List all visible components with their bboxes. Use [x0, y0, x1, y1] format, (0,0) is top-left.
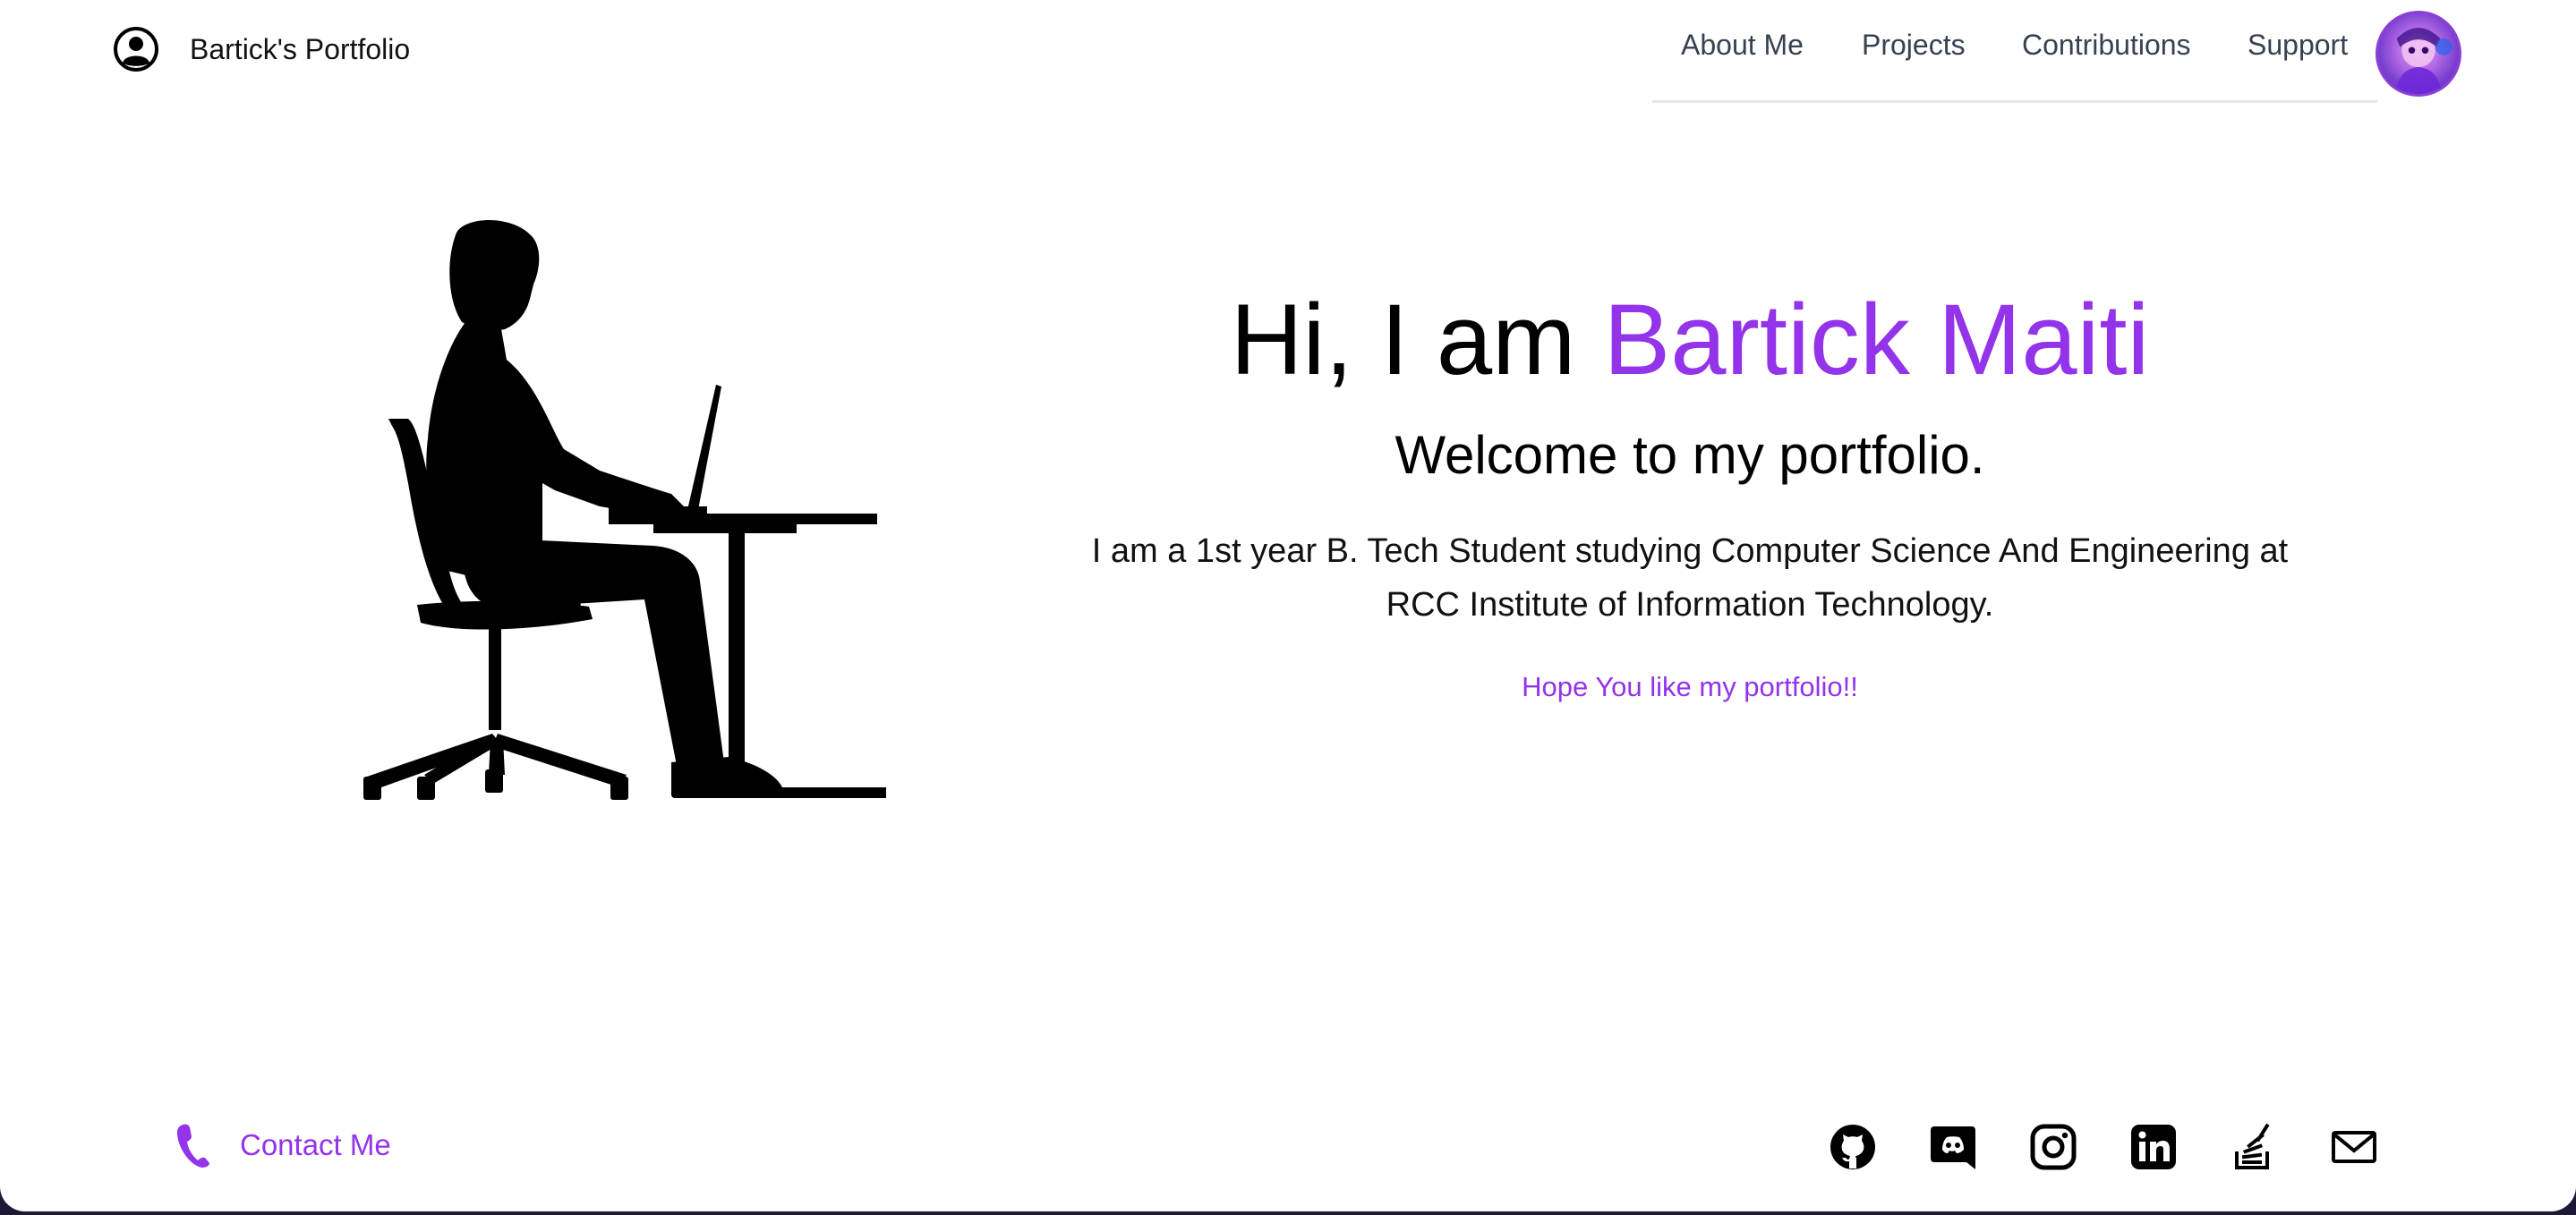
- linkedin-icon: [2131, 1125, 2176, 1169]
- stackoverflow-link[interactable]: [2227, 1120, 2281, 1174]
- github-icon: [1830, 1125, 1875, 1169]
- linkedin-link[interactable]: [2127, 1120, 2180, 1174]
- hero-illustration: [331, 215, 886, 814]
- discord-link[interactable]: [1926, 1120, 1980, 1174]
- nav-about-me[interactable]: About Me: [1681, 29, 1804, 62]
- contact-me-label[interactable]: Contact Me: [240, 1128, 391, 1162]
- nav-support[interactable]: Support: [2248, 29, 2348, 62]
- nav-contributions[interactable]: Contributions: [2022, 29, 2191, 62]
- instagram-icon: [2030, 1124, 2077, 1170]
- avatar-image: [2394, 27, 2452, 94]
- hero-text: Hi, I am Bartick Maiti Welcome to my por…: [1035, 277, 2345, 703]
- hero-subtitle: Welcome to my portfolio.: [1395, 425, 1985, 485]
- brand[interactable]: Bartick's Portfolio: [113, 27, 410, 72]
- hero-note: Hope You like my portfolio!!: [1522, 671, 1858, 702]
- avatar[interactable]: [2376, 11, 2461, 97]
- portfolio-page: Bartick's Portfolio About Me Projects Co…: [0, 0, 2576, 1211]
- instagram-link[interactable]: [2026, 1120, 2080, 1174]
- main-nav: About Me Projects Contributions Support: [1652, 25, 2377, 103]
- github-link[interactable]: [1826, 1120, 1880, 1174]
- brand-title[interactable]: Bartick's Portfolio: [190, 33, 410, 66]
- person-at-desk-silhouette: [363, 220, 886, 800]
- hero-bio: I am a 1st year B. Tech Student studying…: [1091, 532, 2289, 624]
- hero-greeting: Hi, I am: [1230, 284, 1604, 395]
- discord-icon: [1931, 1126, 1975, 1169]
- phone-icon: [177, 1124, 209, 1168]
- nav-projects[interactable]: Projects: [1862, 29, 1966, 62]
- contact-me-link[interactable]: Contact Me: [175, 1122, 391, 1168]
- mail-link[interactable]: [2327, 1120, 2381, 1174]
- hero-name: Bartick Maiti: [1603, 284, 2150, 395]
- mail-icon: [2332, 1131, 2376, 1163]
- social-links: [1826, 1120, 2381, 1174]
- hero-heading: Hi, I am Bartick Maiti: [1035, 277, 2345, 403]
- user-circle-icon: [114, 27, 158, 72]
- stackoverflow-icon: [2235, 1123, 2270, 1169]
